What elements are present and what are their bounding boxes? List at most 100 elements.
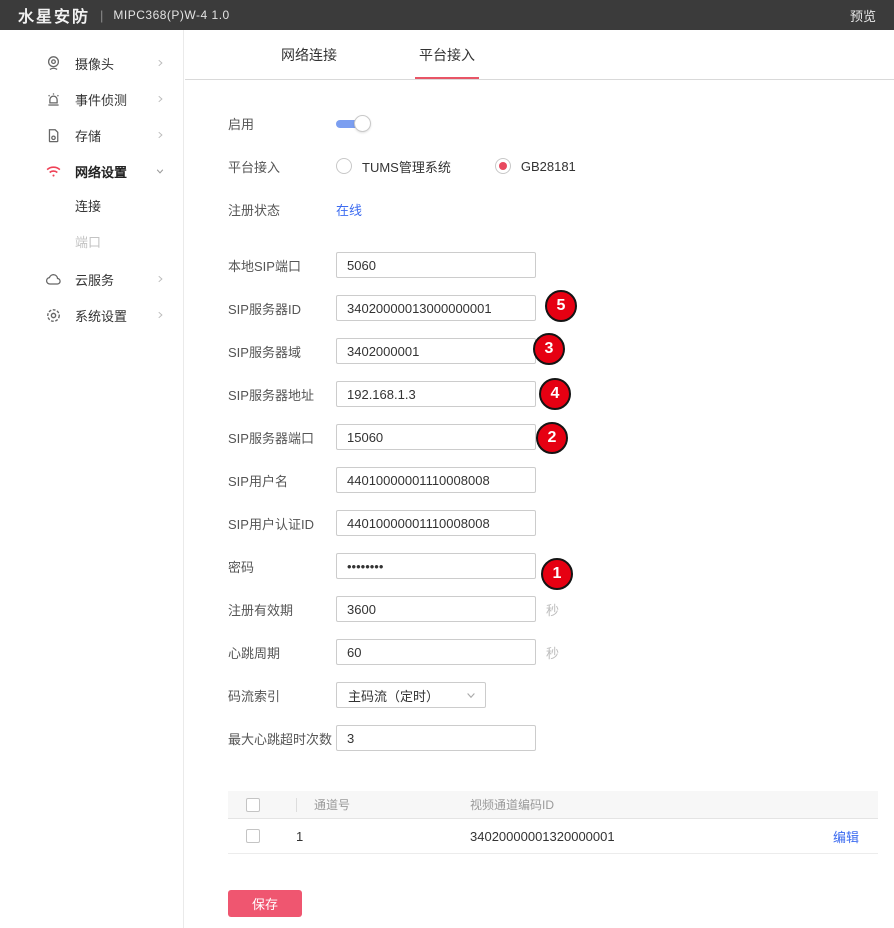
register-validity-unit: 秒 bbox=[546, 600, 559, 619]
register-status-row: 注册状态 在线 bbox=[228, 196, 894, 222]
brand-logo: 水星安防 bbox=[18, 3, 90, 27]
action-cell: 编辑 bbox=[814, 827, 878, 846]
max-heartbeat-input[interactable] bbox=[336, 725, 536, 751]
enable-toggle[interactable] bbox=[336, 115, 374, 132]
sip-username-label: SIP用户名 bbox=[228, 471, 336, 490]
chevron-right-icon bbox=[155, 310, 165, 320]
tab-bar: 网络连接 平台接入 bbox=[185, 30, 894, 80]
encode-id-column-header: 视频通道编码ID bbox=[470, 796, 814, 813]
local-sip-port-row: 本地SIP端口 bbox=[228, 252, 894, 278]
platform-access-form: 启用 平台接入 TUMS管理系统 GB28181 注册状态 在线 bbox=[185, 80, 894, 917]
sidebar-item-system-settings[interactable]: 系统设置 bbox=[0, 297, 183, 333]
sip-auth-id-input[interactable] bbox=[336, 510, 536, 536]
tab-platform-access[interactable]: 平台接入 bbox=[415, 45, 479, 79]
password-label: 密码 bbox=[228, 557, 336, 576]
local-sip-port-input[interactable] bbox=[336, 252, 536, 278]
sip-server-id-label: SIP服务器ID bbox=[228, 299, 336, 318]
chevron-right-icon bbox=[155, 58, 165, 68]
sidebar-item-label: 事件侦测 bbox=[75, 90, 155, 109]
column-divider bbox=[296, 798, 297, 812]
heartbeat-period-label: 心跳周期 bbox=[228, 643, 336, 662]
sidebar-subitem-connection[interactable]: 连接 bbox=[0, 189, 183, 225]
register-status-value[interactable]: 在线 bbox=[336, 200, 362, 219]
annotation-badge-5: 5 bbox=[545, 290, 577, 322]
header-checkbox-cell bbox=[228, 798, 278, 812]
table-row: 1 34020000001320000001 编辑 bbox=[228, 819, 878, 854]
channel-column-header: 通道号 bbox=[278, 796, 470, 813]
max-heartbeat-row: 最大心跳超时次数 bbox=[228, 725, 894, 751]
sidebar-item-event-detection[interactable]: 事件侦测 bbox=[0, 81, 183, 117]
sip-server-id-input[interactable] bbox=[336, 295, 536, 321]
channel-cell: 1 bbox=[278, 829, 470, 844]
radio-gb28181[interactable] bbox=[495, 158, 511, 174]
sip-auth-id-label: SIP用户认证ID bbox=[228, 514, 336, 533]
app-window: 水星安防 | MIPC368(P)W-4 1.0 预览 摄像头 事件侦测 bbox=[0, 0, 894, 928]
row-checkbox-cell bbox=[228, 829, 278, 843]
toggle-knob bbox=[354, 115, 371, 132]
preview-link[interactable]: 预览 bbox=[850, 6, 876, 25]
platform-type-row: 平台接入 TUMS管理系统 GB28181 bbox=[228, 153, 894, 179]
select-all-checkbox[interactable] bbox=[246, 798, 260, 812]
save-button[interactable]: 保存 bbox=[228, 890, 302, 917]
sidebar-item-camera[interactable]: 摄像头 bbox=[0, 45, 183, 81]
sip-server-port-label: SIP服务器端口 bbox=[228, 428, 336, 447]
sip-auth-id-row: SIP用户认证ID bbox=[228, 510, 894, 536]
device-model: MIPC368(P)W-4 1.0 bbox=[113, 8, 229, 22]
alarm-icon bbox=[45, 91, 62, 108]
annotation-badge-2: 2 bbox=[536, 422, 568, 454]
sip-server-domain-label: SIP服务器域 bbox=[228, 342, 336, 361]
stream-index-value: 主码流（定时） bbox=[348, 686, 465, 705]
sidebar-item-network-settings[interactable]: 网络设置 bbox=[0, 153, 183, 189]
chevron-down-icon bbox=[465, 689, 477, 701]
chevron-right-icon bbox=[155, 94, 165, 104]
encode-id-cell: 34020000001320000001 bbox=[470, 829, 814, 844]
register-validity-row: 注册有效期 秒 bbox=[228, 596, 894, 622]
enable-label: 启用 bbox=[228, 114, 336, 133]
register-validity-input[interactable] bbox=[336, 596, 536, 622]
wifi-icon bbox=[45, 163, 62, 180]
stream-index-row: 码流索引 主码流（定时） bbox=[228, 682, 894, 708]
local-sip-port-label: 本地SIP端口 bbox=[228, 256, 336, 275]
sidebar-item-storage[interactable]: 存储 bbox=[0, 117, 183, 153]
heartbeat-period-input[interactable] bbox=[336, 639, 536, 665]
channel-column-label: 通道号 bbox=[314, 796, 350, 813]
chevron-right-icon bbox=[155, 274, 165, 284]
sidebar-item-label: 网络设置 bbox=[75, 162, 155, 181]
camera-icon bbox=[45, 55, 62, 72]
password-input[interactable] bbox=[336, 553, 536, 579]
register-status-label: 注册状态 bbox=[228, 200, 336, 219]
sip-username-input[interactable] bbox=[336, 467, 536, 493]
top-bar: 水星安防 | MIPC368(P)W-4 1.0 预览 bbox=[0, 0, 894, 30]
chevron-right-icon bbox=[155, 130, 165, 140]
stream-index-select[interactable]: 主码流（定时） bbox=[336, 682, 486, 708]
sidebar-item-cloud-service[interactable]: 云服务 bbox=[0, 261, 183, 297]
sidebar: 摄像头 事件侦测 存储 bbox=[0, 30, 184, 928]
sip-server-address-input[interactable] bbox=[336, 381, 536, 407]
annotation-badge-1: 1 bbox=[541, 558, 573, 590]
annotation-badge-3: 3 bbox=[533, 333, 565, 365]
radio-tums[interactable] bbox=[336, 158, 352, 174]
radio-tums-label: TUMS管理系统 bbox=[362, 157, 451, 176]
gear-icon bbox=[45, 307, 62, 324]
chevron-down-icon bbox=[155, 166, 165, 176]
tab-network-connection[interactable]: 网络连接 bbox=[277, 45, 341, 79]
edit-link[interactable]: 编辑 bbox=[833, 830, 859, 845]
brand-separator: | bbox=[100, 8, 103, 23]
radio-gb28181-label: GB28181 bbox=[521, 159, 576, 174]
sd-card-icon bbox=[45, 127, 62, 144]
sip-server-domain-input[interactable] bbox=[336, 338, 536, 364]
channel-table-header: 通道号 视频通道编码ID bbox=[228, 791, 878, 819]
sidebar-item-label: 摄像头 bbox=[75, 54, 155, 73]
row-checkbox[interactable] bbox=[246, 829, 260, 843]
annotation-badge-4: 4 bbox=[539, 378, 571, 410]
sip-username-row: SIP用户名 bbox=[228, 467, 894, 493]
sip-server-port-input[interactable] bbox=[336, 424, 536, 450]
platform-radio-group: TUMS管理系统 GB28181 bbox=[336, 157, 620, 176]
sidebar-item-label: 云服务 bbox=[75, 270, 155, 289]
platform-type-label: 平台接入 bbox=[228, 157, 336, 176]
max-heartbeat-label: 最大心跳超时次数 bbox=[228, 729, 336, 748]
main-panel: 网络连接 平台接入 启用 平台接入 TUMS管理系统 GB28181 bbox=[185, 30, 894, 928]
channel-value: 1 bbox=[296, 829, 303, 844]
sidebar-subitem-port[interactable]: 端口 bbox=[0, 225, 183, 261]
sip-server-address-label: SIP服务器地址 bbox=[228, 385, 336, 404]
